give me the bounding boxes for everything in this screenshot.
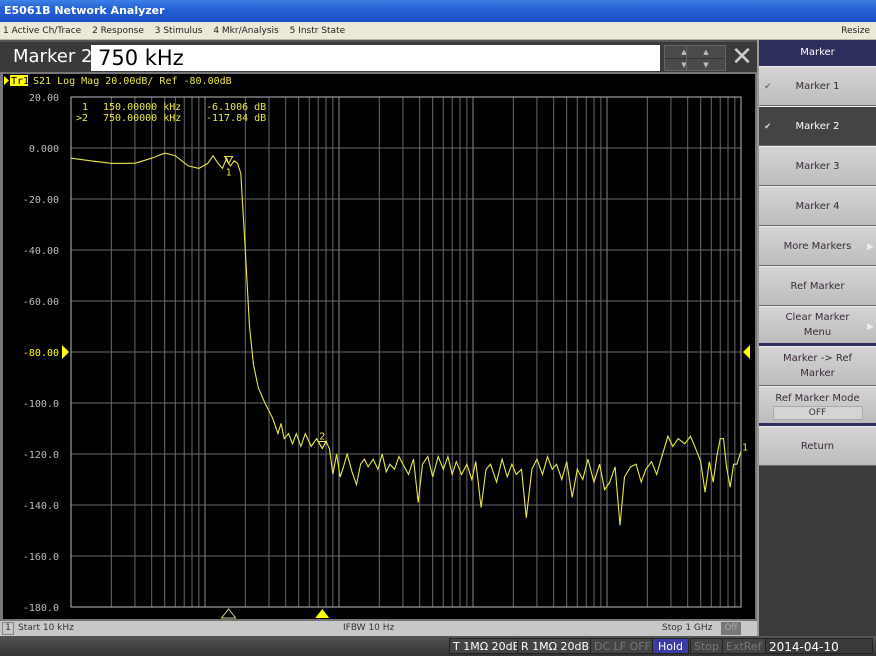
status-r-input: R 1MΩ 20dB: [517, 638, 594, 654]
readout-id-2: >2: [76, 113, 88, 124]
resize-button[interactable]: Resize: [841, 22, 870, 40]
status-stop: Stop: [690, 638, 724, 654]
y-tick-label: -20.00: [23, 195, 59, 206]
entry-bar: Marker 2 750 kHz ▲ ▼ ▲ ▼ ✕: [0, 40, 757, 72]
markers-layer: 12: [220, 156, 330, 619]
softkey-marker-3[interactable]: Marker 3: [759, 146, 876, 186]
status-dc-lf: DC LF OFF: [590, 638, 655, 654]
y-tick-label: -40.00: [23, 246, 59, 257]
window-title: E5061B Network Analyzer: [0, 0, 876, 22]
active-trace-indicator-icon: [4, 76, 9, 85]
marker-1-position-icon: [220, 608, 237, 619]
softkey-marker-to-ref-marker[interactable]: Marker -> Ref Marker: [759, 346, 876, 386]
ref-level-right-icon: [743, 345, 750, 359]
coarse-stepper[interactable]: ▲ ▼: [686, 45, 726, 71]
grid: [62, 96, 750, 608]
menu-instr-state[interactable]: 5 Instr State: [290, 26, 346, 36]
trace-header-text: S21 Log Mag 20.00dB/ Ref -80.00dB: [33, 76, 232, 87]
softkey-label: Marker 3: [795, 160, 840, 172]
readout-id-1: 1: [82, 102, 88, 113]
softkey-ref-marker-mode[interactable]: Ref Marker Mode OFF: [759, 386, 876, 426]
softkey-label: Ref Marker Mode: [775, 392, 860, 404]
softkey-marker-2[interactable]: ✔ Marker 2: [759, 106, 876, 146]
status-datetime: 2014-04-10 17:21: [765, 638, 873, 654]
menu-response[interactable]: 2 Response: [92, 26, 144, 36]
readout-freq-2: 750.00000 kHz: [103, 113, 181, 124]
step-up-icon[interactable]: ▲: [687, 46, 725, 59]
softkey-label: Marker 1: [795, 80, 840, 92]
softkey-label: More Markers: [783, 240, 852, 252]
channel-status-bar: 1 Start 10 kHz IFBW 10 Hz Stop 1 GHz Off: [0, 621, 757, 636]
y-tick-label: -60.00: [23, 297, 59, 308]
menu-stimulus[interactable]: 3 Stimulus: [155, 26, 203, 36]
entry-label: Marker 2: [13, 46, 93, 67]
marker-readout: 1 150.00000 kHz -6.1006 dB >2 750.00000 …: [76, 102, 266, 124]
readout-value-1: -6.1006 dB: [206, 102, 266, 113]
softkey-return[interactable]: Return: [759, 426, 876, 466]
trace-layer: 1: [70, 152, 748, 526]
readout-freq-1: 150.00000 kHz: [103, 102, 181, 113]
readout-value-2: -117.84 dB: [206, 113, 266, 124]
y-tick-label: -180.0: [23, 603, 59, 614]
y-tick-label: -80.00: [23, 348, 59, 359]
softkey-ref-marker[interactable]: Ref Marker: [759, 266, 876, 306]
close-icon[interactable]: ✕: [729, 44, 755, 71]
marker-2-position-icon: [315, 609, 330, 618]
y-tick-label: 20.00: [29, 93, 59, 104]
status-t-input: T 1MΩ 20dB: [449, 638, 525, 654]
y-tick-label: -120.0: [23, 450, 59, 461]
channel-number[interactable]: 1: [2, 622, 14, 635]
stop-frequency: Stop 1 GHz: [662, 623, 713, 633]
softkey-label: Marker 2: [795, 120, 840, 132]
step-down-icon[interactable]: ▼: [687, 59, 725, 71]
ref-marker-mode-value: OFF: [772, 405, 863, 420]
menu-bar: 1 Active Ch/Trace 2 Response 3 Stimulus …: [0, 22, 876, 40]
marker-2-label: 2: [319, 431, 325, 442]
trace-badge[interactable]: Tr1: [11, 76, 29, 87]
trace-chart: 20.00 0.000 -20.00 -40.00 -60.00 -80.00 -100.0…: [4, 75, 750, 619]
check-icon: ✔: [764, 122, 772, 132]
menu-active-ch-trace[interactable]: 1 Active Ch/Trace: [3, 26, 81, 36]
softkey-label: Clear Marker Menu: [785, 312, 850, 338]
start-frequency: Start 10 kHz: [18, 623, 74, 633]
y-tick-label: 0.000: [29, 144, 59, 155]
marker-frequency-input[interactable]: 750 kHz: [91, 45, 660, 71]
submenu-arrow-icon: ▶: [867, 242, 874, 252]
y-tick-label: -160.0: [23, 552, 59, 563]
softkey-marker-4[interactable]: Marker 4: [759, 186, 876, 226]
trace-s21: [70, 152, 742, 526]
softkey-label: Marker 4: [795, 200, 840, 212]
status-hold: Hold: [652, 638, 689, 654]
y-tick-label: -140.0: [23, 501, 59, 512]
softkey-panel: Marker ✔ Marker 1 ✔ Marker 2 Marker 3 Mark…: [757, 40, 876, 636]
ifbw: IFBW 10 Hz: [343, 623, 395, 633]
instrument-status-bar: T 1MΩ 20dB R 1MΩ 20dB DC LF OFF Hold Sto…: [0, 636, 876, 656]
ref-level-left-icon: [62, 345, 69, 359]
softkey-menu-title: Marker: [759, 40, 876, 66]
submenu-arrow-icon: ▶: [867, 322, 874, 332]
y-tick-label: -100.0: [23, 399, 59, 410]
y-axis-labels: 20.00 0.000 -20.00 -40.00 -60.00 -80.00 -100.0…: [23, 93, 59, 614]
network-analyzer-window: E5061B Network Analyzer 1 Active Ch/Trac…: [0, 0, 876, 656]
trace-end-label: 1: [742, 442, 748, 453]
softkey-clear-marker-menu[interactable]: Clear Marker Menu ▶: [759, 306, 876, 346]
sweep-off-indicator: Off: [721, 622, 741, 635]
menu-mkr-analysis[interactable]: 4 Mkr/Analysis: [213, 26, 278, 36]
softkey-marker-1[interactable]: ✔ Marker 1: [759, 66, 876, 106]
trace-header: Tr1 S21 Log Mag 20.00dB/ Ref -80.00dB: [4, 75, 232, 87]
marker-1-label: 1: [226, 168, 232, 179]
softkey-label: Return: [800, 440, 835, 452]
softkey-label: Ref Marker: [790, 280, 845, 292]
softkey-label: Marker -> Ref Marker: [782, 353, 853, 379]
status-extref: ExtRef: [722, 638, 766, 654]
softkey-more-markers[interactable]: More Markers ▶: [759, 226, 876, 266]
check-icon: ✔: [764, 82, 772, 92]
